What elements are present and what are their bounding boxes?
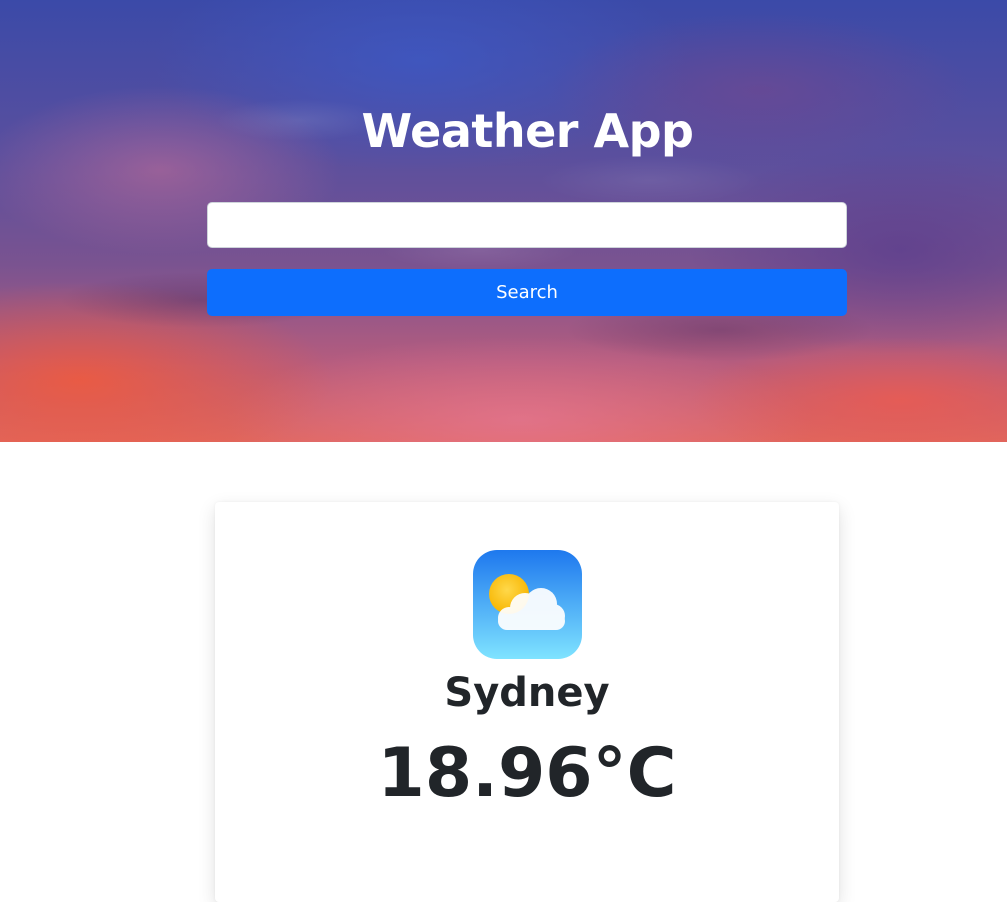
city-name: Sydney [444, 670, 610, 716]
page-title: Weather App [361, 104, 694, 158]
temperature-value: 18.96°C [377, 734, 677, 813]
hero-banner: Weather App Search [0, 0, 1007, 442]
weather-card: Sydney 18.96°C [215, 502, 839, 902]
search-button[interactable]: Search [207, 269, 847, 316]
partly-cloudy-icon [473, 550, 582, 659]
search-input[interactable] [207, 202, 847, 248]
